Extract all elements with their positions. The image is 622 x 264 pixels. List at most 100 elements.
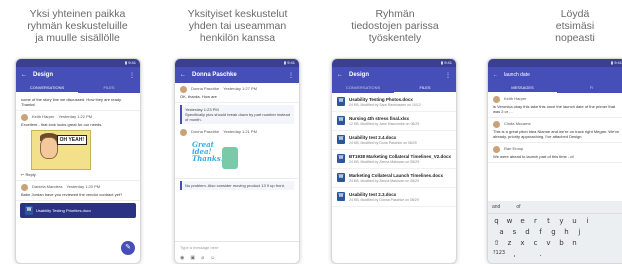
status-bar: ▮ 9:41 xyxy=(332,59,456,67)
suggestion[interactable]: and xyxy=(492,204,500,210)
back-arrow-icon[interactable]: ← xyxy=(21,72,27,78)
file-meta: 24 KB, Modified by Sara Rasmussen on 10/… xyxy=(349,103,421,107)
sticker-caption: OH YEAH! xyxy=(56,135,87,145)
keyboard-key[interactable]: z xyxy=(505,239,514,247)
keyboard-key[interactable]: n xyxy=(570,239,579,247)
keyboard-key[interactable]: d xyxy=(523,228,532,236)
channel-title: Design xyxy=(33,72,54,78)
sticker-caption: Great idea! Thanks. xyxy=(192,140,224,163)
keyboard-key[interactable]: v xyxy=(544,239,553,247)
search-result[interactable]: Ran Eroup We were ahead to launch part of… xyxy=(488,143,622,163)
keyboard-key[interactable]: , xyxy=(510,250,519,258)
image-icon[interactable]: ▣ xyxy=(190,255,195,261)
file-meta: 24 KB, Modified by Donna Paschke on 08/2… xyxy=(349,198,419,202)
keyboard-key[interactable]: i xyxy=(583,217,592,225)
file-item[interactable]: W Usability Testing Photos.docx 24 KB, Mod… xyxy=(332,93,456,112)
phone-screen: ▮ 9:41 ← Donna Paschke ⋮ Donna Paschke Y… xyxy=(174,58,300,264)
word-icon: W xyxy=(337,135,345,144)
tab-bar: CONVERSATIONS FILES xyxy=(16,83,140,93)
emoji-icon[interactable]: ☺ xyxy=(210,255,215,261)
tab-messages[interactable]: MESSAGES xyxy=(488,83,557,93)
keyboard-key[interactable]: a xyxy=(497,228,506,236)
keyboard-key[interactable] xyxy=(523,250,532,258)
back-arrow-icon[interactable]: ← xyxy=(180,72,186,78)
keyboard-row: ?123,. xyxy=(488,247,622,258)
keyboard-key[interactable]: b xyxy=(557,239,566,247)
tab-files[interactable]: FILES xyxy=(78,83,140,93)
app-bar: ← Donna Paschke ⋮ xyxy=(175,67,299,83)
keyboard-key[interactable]: j xyxy=(575,228,584,236)
tab-files[interactable]: FILES xyxy=(394,83,456,93)
keyboard-key[interactable]: u xyxy=(570,217,579,225)
search-input[interactable]: launch date xyxy=(504,72,530,78)
app-bar: ← Design ⋮ xyxy=(332,67,456,83)
keyboard-key[interactable]: t xyxy=(544,217,553,225)
file-item[interactable]: W Marketing Collateral Launch Timelines.d… xyxy=(332,169,456,188)
message: some of the story line we discussed. How… xyxy=(16,93,140,111)
tab-files[interactable]: FI xyxy=(557,83,622,93)
file-name: Usability test 2.3.docx xyxy=(349,192,397,197)
avatar xyxy=(180,86,187,93)
keyboard-key[interactable]: r xyxy=(531,217,540,225)
keyboard-key[interactable]: c xyxy=(531,239,540,247)
own-message: Yesterday 1:23 PM Specifically pics shou… xyxy=(180,105,294,124)
keyboard-key[interactable]: h xyxy=(562,228,571,236)
keyboard-key[interactable]: w xyxy=(505,217,514,225)
keyboard-key[interactable]: g xyxy=(549,228,558,236)
compose-button[interactable]: ✎ xyxy=(121,241,135,255)
keyboard-key[interactable] xyxy=(549,250,558,258)
tab-conversations[interactable]: CONVERSATIONS xyxy=(16,83,78,93)
keyboard-key[interactable]: ?123 xyxy=(492,250,506,258)
result-author: Cinda Mccame xyxy=(504,121,531,126)
caption: Yksi yhteinen paikka ryhmän keskusteluil… xyxy=(27,8,128,44)
panel-private-chat: Yksityiset keskustelut yhden tai useamma… xyxy=(160,0,315,264)
word-icon: W xyxy=(337,97,345,106)
back-arrow-icon[interactable]: ← xyxy=(337,72,343,78)
camera-icon[interactable]: ◉ xyxy=(180,255,184,261)
keyboard-key[interactable]: . xyxy=(536,250,545,258)
keyboard-key[interactable]: e xyxy=(518,217,527,225)
search-result[interactable]: Cinda Mccame This is a great pitch idea N… xyxy=(488,118,622,143)
compose-placeholder: Type a message here xyxy=(180,245,219,250)
sticker-image: OH YEAH! xyxy=(31,130,91,170)
search-result[interactable]: Keith Harper is Veronica okay this take t… xyxy=(488,93,622,118)
app-bar: ← Design ⋮ xyxy=(16,67,140,83)
result-author: Ran Eroup xyxy=(504,146,524,151)
keyboard-key[interactable]: f xyxy=(536,228,545,236)
file-attachment[interactable]: W Usability Testing Priorities.docx xyxy=(20,203,136,218)
file-item[interactable]: W Nursing 4th stress final.xlsx 12 KB, Mod… xyxy=(332,112,456,131)
suggestion[interactable]: of xyxy=(516,204,520,210)
file-item[interactable]: W Usability test 2.4.docx 24 KB, Modified … xyxy=(332,131,456,150)
result-text: is Veronica okay this take this once the… xyxy=(493,104,616,114)
avatar xyxy=(21,114,28,121)
keyboard-key[interactable]: q xyxy=(492,217,501,225)
status-bar: ▮ 9:41 xyxy=(488,59,622,67)
file-item[interactable]: W Usability test 2.3.docx 24 KB, Modified … xyxy=(332,188,456,207)
file-meta: 24 KB, Modified by Dona Paschke on 08/29 xyxy=(349,141,417,145)
keyboard-key[interactable]: s xyxy=(510,228,519,236)
reply-link[interactable]: ↩ Reply xyxy=(21,172,135,177)
message: Keith Harper Yesterday 1:22 PM Excellent… xyxy=(16,111,140,181)
more-icon[interactable]: ⋮ xyxy=(288,72,294,79)
file-item[interactable]: W BT1938 Marketing Collateral Timelines_V… xyxy=(332,150,456,169)
panel-conversations: Yksi yhteinen paikka ryhmän keskusteluil… xyxy=(0,0,155,264)
keyboard-key[interactable]: ⇧ xyxy=(492,239,501,247)
avatar xyxy=(180,129,187,136)
word-icon: W xyxy=(337,116,345,125)
keyboard: and of q w e r t y u i a s d f g h j ⇧ z x c v b n ?123,. xyxy=(488,201,622,263)
avatar xyxy=(493,146,500,153)
search-bar[interactable]: ← launch date xyxy=(488,67,622,83)
file-name: Usability Testing Photos.docx xyxy=(349,97,413,102)
more-icon[interactable]: ⋮ xyxy=(445,72,451,79)
keyboard-key[interactable]: y xyxy=(557,217,566,225)
file-meta: 12 KB, Modified by Jane Hascombe on 08/2… xyxy=(349,122,420,126)
back-arrow-icon[interactable]: ← xyxy=(493,72,498,78)
chat-title: Donna Paschke xyxy=(192,72,237,78)
result-author: Keith Harper xyxy=(504,96,527,101)
keyboard-key[interactable]: x xyxy=(518,239,527,247)
attach-icon[interactable]: ⌀ xyxy=(201,255,204,261)
message: Daniela Mandera Yesterday 1:20 PM Babe J… xyxy=(16,181,140,201)
tab-conversations[interactable]: CONVERSATIONS xyxy=(332,83,394,93)
file-meta: 24 KB, Modified by Zenna Makovan on 08/2… xyxy=(349,179,420,183)
more-icon[interactable]: ⋮ xyxy=(129,72,135,79)
